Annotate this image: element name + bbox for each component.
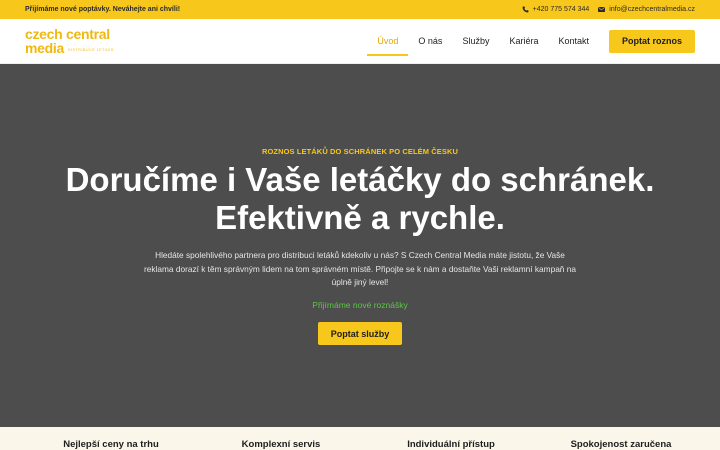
logo-line-1: czech central xyxy=(25,26,110,42)
phone-icon xyxy=(522,6,529,13)
feature-individual-approach: Individuální přístup xyxy=(407,439,495,450)
feature-complex-service: Komplexní servis xyxy=(241,439,321,450)
nav-item-kontakt[interactable]: Kontakt xyxy=(548,29,599,53)
nav-item-sluzby[interactable]: Služby xyxy=(452,29,499,53)
email-link[interactable]: info@czechcentralmedia.cz xyxy=(598,6,695,13)
request-distribution-button[interactable]: Poptat roznos xyxy=(609,29,695,53)
feature-best-prices: Nejlepší ceny na trhu xyxy=(63,439,159,450)
logo-line-2: media xyxy=(25,40,64,56)
phone-link[interactable]: +420 775 574 344 xyxy=(522,6,590,13)
nav-item-kariera[interactable]: Kariéra xyxy=(499,29,548,53)
phone-number: +420 775 574 344 xyxy=(532,6,590,13)
hero-eyebrow: ROZNOS LETÁKŮ DO SCHRÁNEK PO CELÉM ČESKU xyxy=(261,147,459,156)
feature-satisfaction-guaranteed: Spokojenost zaručena xyxy=(570,439,672,450)
contact-info: +420 775 574 344 info@czechcentralmedia.… xyxy=(522,6,695,13)
hero-headline: Doručíme i Vaše letáčky do schránek. Efe… xyxy=(65,161,655,236)
site-header: czech central media DISTRIBUCE LETÁKŮ Úv… xyxy=(0,19,720,64)
email-address: info@czechcentralmedia.cz xyxy=(609,6,695,13)
envelope-icon xyxy=(598,6,606,13)
announcement-text: Přijímáme nové poptávky. Neváhejte ani c… xyxy=(25,6,181,13)
site-logo[interactable]: czech central media DISTRIBUCE LETÁKŮ xyxy=(25,27,114,55)
recruiting-note-link[interactable]: Přijímáme nové roznášky xyxy=(0,300,720,310)
logo-tagline: DISTRIBUCE LETÁKŮ xyxy=(67,47,114,52)
hero-description: Hledáte spolehlivého partnera pro distri… xyxy=(144,250,576,287)
logo-line-2-wrap: media DISTRIBUCE LETÁKŮ xyxy=(25,41,114,55)
features-strip: Nejlepší ceny na trhu Komplexní servis I… xyxy=(0,427,720,450)
top-announcement-bar: Přijímáme nové poptávky. Neváhejte ani c… xyxy=(0,0,720,19)
nav-item-uvod[interactable]: Úvod xyxy=(367,29,409,56)
main-navigation: Úvod O nás Služby Kariéra Kontakt Poptat… xyxy=(367,29,695,56)
hero-section: ROZNOS LETÁKŮ DO SCHRÁNEK PO CELÉM ČESKU… xyxy=(0,64,720,427)
nav-item-o-nas[interactable]: O nás xyxy=(408,29,452,53)
request-services-button[interactable]: Poptat služby xyxy=(318,322,402,345)
